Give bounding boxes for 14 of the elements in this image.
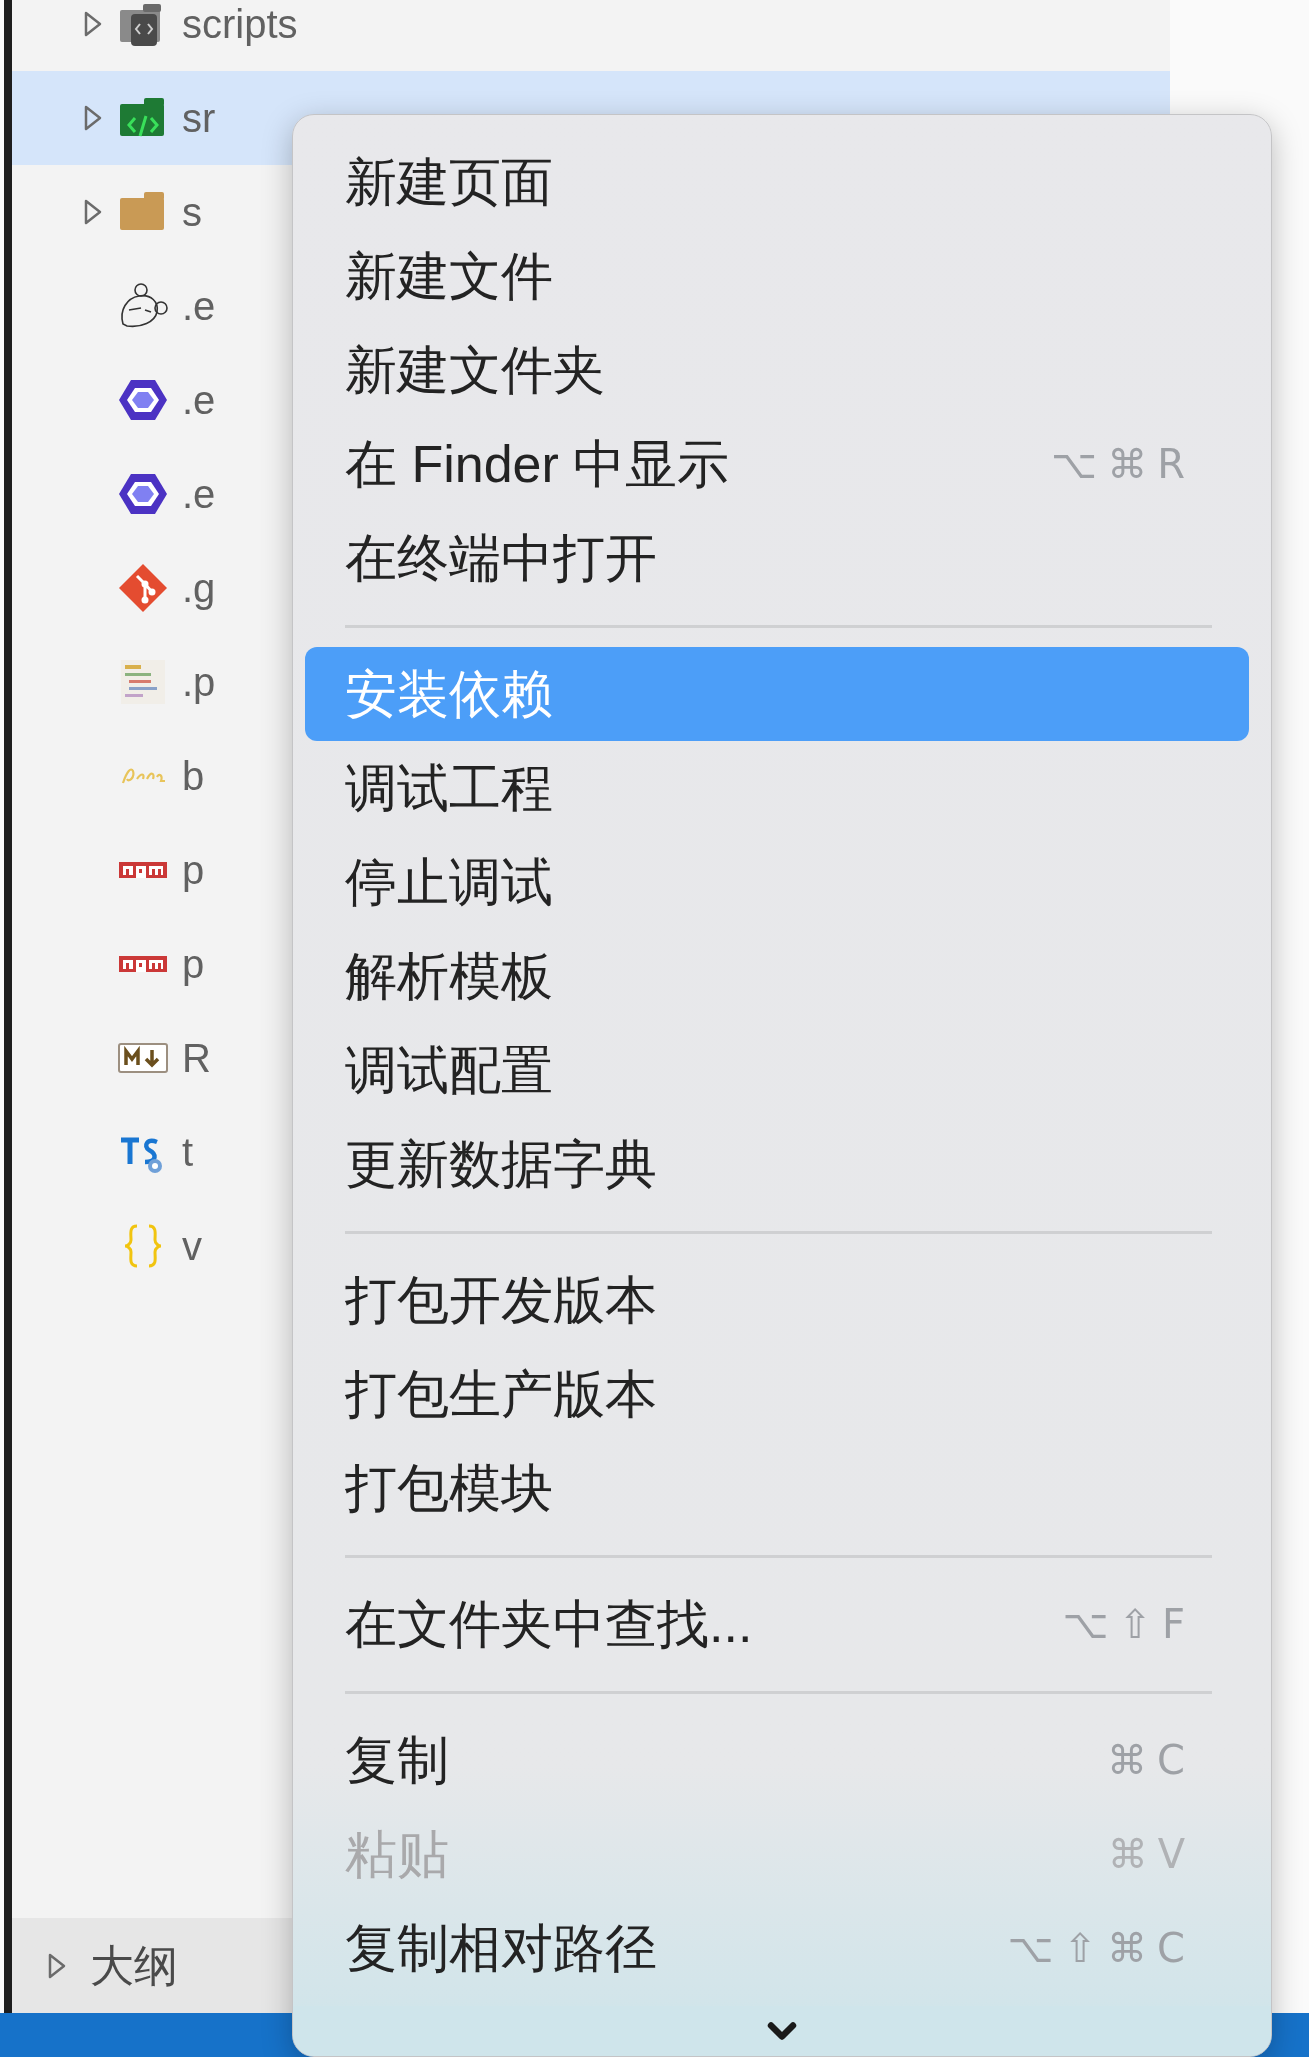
file-name: .e	[182, 474, 216, 514]
file-name: b	[182, 756, 205, 796]
file-name: s	[182, 192, 202, 232]
file-name: R	[182, 1038, 211, 1078]
file-name: .e	[182, 286, 216, 326]
file-name: .p	[182, 662, 216, 702]
file-name: .e	[182, 380, 216, 420]
file-name: p	[182, 850, 205, 890]
file-name: .g	[182, 568, 216, 608]
file-name: sr	[182, 98, 216, 138]
file-name: t	[182, 1132, 194, 1172]
file-name: p	[182, 944, 205, 984]
file-name: scripts	[182, 4, 298, 44]
file-name: v	[182, 1226, 202, 1266]
